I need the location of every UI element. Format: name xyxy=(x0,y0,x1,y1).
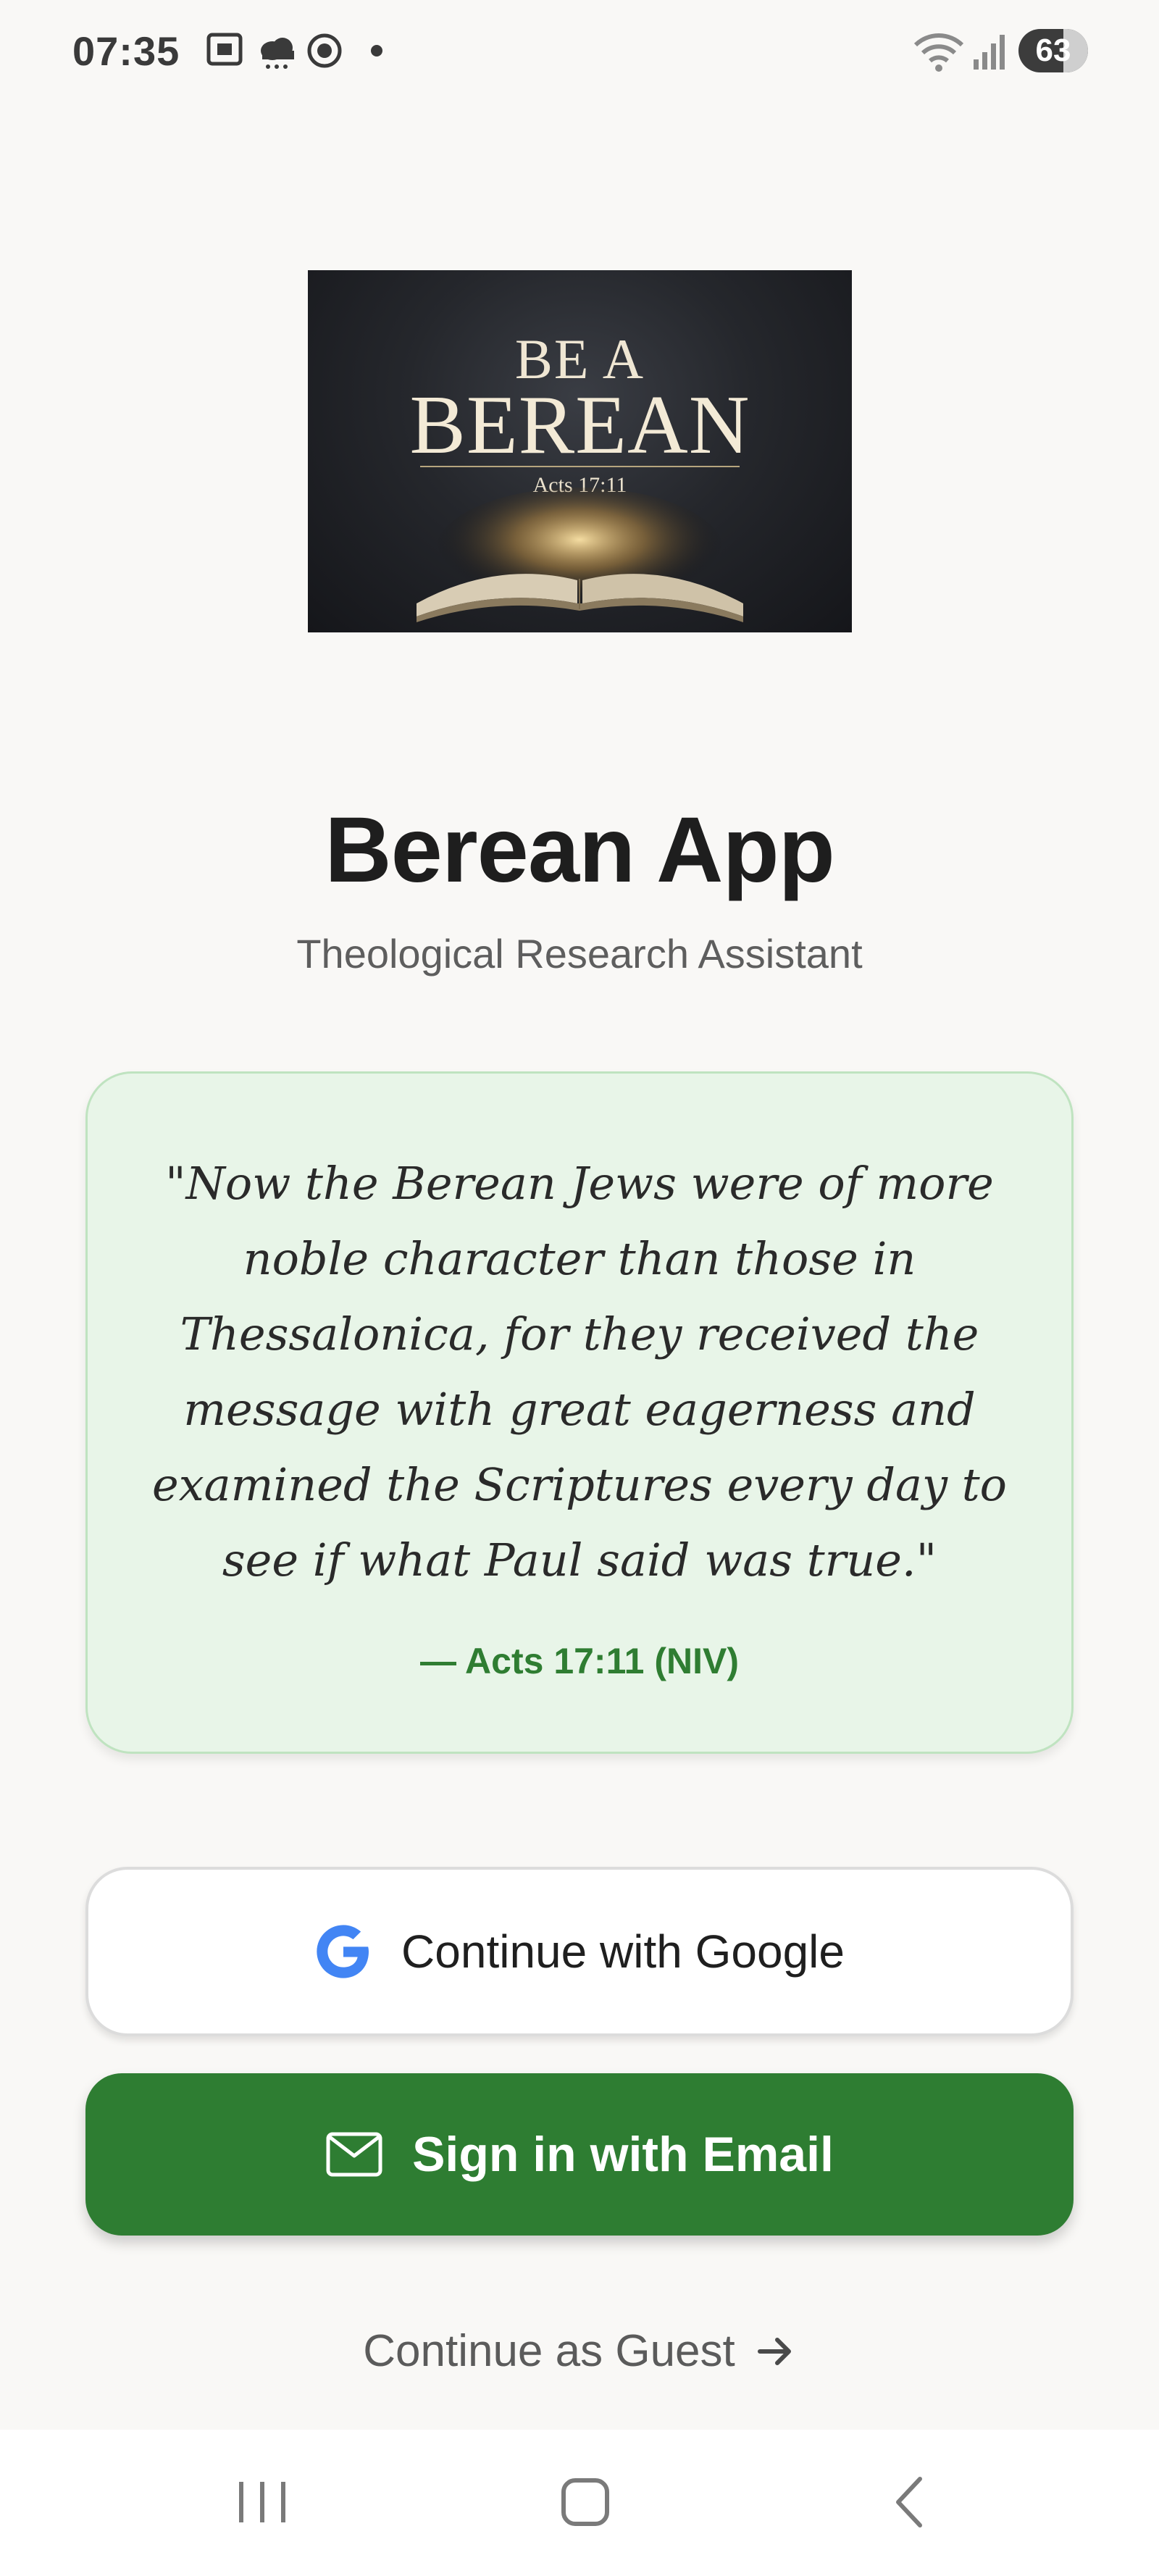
screenshot-icon xyxy=(206,33,243,66)
logo-divider xyxy=(420,466,740,467)
dot-icon xyxy=(371,45,382,57)
recent-apps-icon xyxy=(239,2482,285,2522)
battery-level: 63 xyxy=(1035,33,1071,68)
email-signin-label: Sign in with Email xyxy=(412,2127,834,2182)
mail-icon xyxy=(326,2132,382,2177)
record-icon xyxy=(307,33,342,68)
google-signin-button[interactable]: Continue with Google xyxy=(85,1867,1074,2036)
status-bar: 07:35 63 xyxy=(0,0,1159,101)
guest-link[interactable]: Continue as Guest xyxy=(0,2325,1159,2377)
logo-line-2: BEREAN xyxy=(409,379,750,472)
page-title: Berean App xyxy=(325,798,835,902)
email-signin-button[interactable]: Sign in with Email xyxy=(85,2073,1074,2236)
wifi-icon xyxy=(913,33,964,72)
back-button[interactable] xyxy=(852,2459,968,2546)
back-icon xyxy=(896,2477,922,2527)
verse-reference: — Acts 17:11 (NIV) xyxy=(420,1641,739,1681)
app-logo: BE A BEREAN Acts 17:11 xyxy=(308,270,852,632)
recent-apps-button[interactable] xyxy=(204,2459,320,2546)
status-time: 07:35 xyxy=(72,28,180,74)
home-button[interactable] xyxy=(527,2459,643,2546)
page-subtitle: Theological Research Assistant xyxy=(296,931,863,977)
verse-card: "Now the Berean Jews were of more noble … xyxy=(85,1071,1074,1754)
battery-indicator: 63 xyxy=(1018,29,1088,72)
guest-link-label: Continue as Guest xyxy=(363,2326,735,2376)
weather-icon xyxy=(261,38,294,69)
verse-text: "Now the Berean Jews were of more noble … xyxy=(152,1157,1007,1586)
google-icon xyxy=(317,1925,369,1978)
open-book-icon xyxy=(417,488,743,622)
arrow-right-icon xyxy=(757,2337,791,2365)
signal-icon xyxy=(974,35,1005,70)
home-icon xyxy=(561,2478,609,2526)
google-signin-label: Continue with Google xyxy=(401,1925,845,1978)
navigation-bar xyxy=(0,2430,1159,2576)
